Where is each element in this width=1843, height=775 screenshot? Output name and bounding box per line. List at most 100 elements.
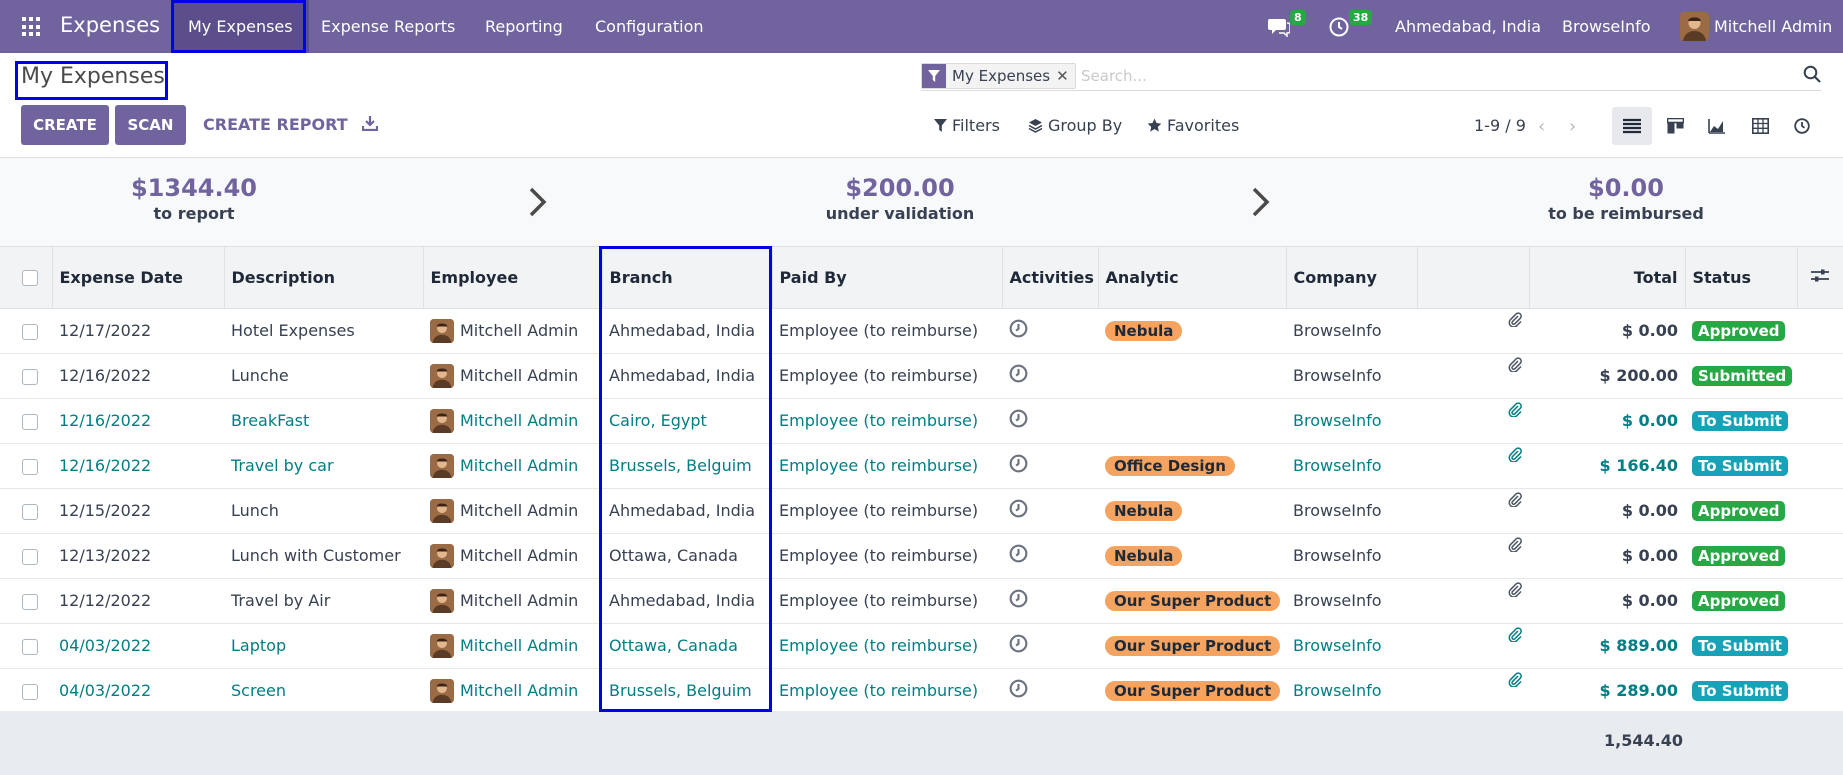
branch-switcher[interactable]: Ahmedabad, India xyxy=(1395,0,1541,53)
table-row[interactable]: 12/16/2022 BreakFast Mitchell Admin Cair… xyxy=(0,398,1843,444)
row-checkbox[interactable] xyxy=(22,638,38,655)
app-grid-icon[interactable] xyxy=(22,17,42,37)
pager-value[interactable]: 1-9 / 9 xyxy=(1474,116,1526,135)
paperclip-icon[interactable] xyxy=(1508,401,1522,421)
paperclip-icon[interactable] xyxy=(1508,626,1522,646)
col-description[interactable]: Description xyxy=(224,247,424,309)
cell-total: $ 0.00 xyxy=(1529,578,1685,624)
table-row[interactable]: 04/03/2022 Laptop Mitchell Admin Ottawa,… xyxy=(0,623,1843,669)
search-input[interactable] xyxy=(1081,63,1681,89)
col-branch[interactable]: Branch xyxy=(602,247,773,309)
activity-clock-icon[interactable] xyxy=(1009,679,1028,702)
activity-clock-icon[interactable] xyxy=(1009,409,1028,432)
cell-status: Approved xyxy=(1685,578,1797,624)
graph-view-icon[interactable] xyxy=(1697,107,1737,145)
select-all-checkbox[interactable] xyxy=(22,270,38,287)
to-report-block[interactable]: $1344.40 to report xyxy=(94,174,294,223)
paperclip-icon[interactable] xyxy=(1508,311,1522,331)
row-checkbox[interactable] xyxy=(22,458,38,475)
table-row[interactable]: 12/16/2022 Lunche Mitchell Admin Ahmedab… xyxy=(0,353,1843,399)
col-status[interactable]: Status xyxy=(1685,247,1798,309)
pivot-view-icon[interactable] xyxy=(1740,107,1780,145)
paperclip-icon[interactable] xyxy=(1508,491,1522,511)
activity-clock-icon[interactable] xyxy=(1009,319,1028,342)
pager-prev-icon[interactable]: ‹ xyxy=(1538,116,1545,137)
row-select-cell xyxy=(0,308,52,354)
menu-configuration[interactable]: Configuration xyxy=(579,0,720,53)
under-validation-block[interactable]: $200.00 under validation xyxy=(800,174,1000,223)
filters-label: Filters xyxy=(952,116,1000,135)
table-header: Expense Date Description Employee Branch… xyxy=(0,247,1843,309)
cell-paid-by: Employee (to reimburse) xyxy=(772,578,1002,624)
row-checkbox[interactable] xyxy=(22,368,38,385)
activity-clock-icon[interactable] xyxy=(1009,544,1028,567)
page-title[interactable]: My Expenses xyxy=(21,64,165,89)
table-row[interactable]: 12/13/2022 Lunch with Customer Mitchell … xyxy=(0,533,1843,579)
activity-clock-icon[interactable] xyxy=(1009,499,1028,522)
cell-analytic: Nebula xyxy=(1098,308,1286,354)
cell-company: BrowseInfo xyxy=(1286,398,1417,444)
paperclip-icon[interactable] xyxy=(1508,671,1522,691)
row-checkbox[interactable] xyxy=(22,413,38,430)
company-switcher[interactable]: BrowseInfo xyxy=(1562,0,1651,53)
row-checkbox[interactable] xyxy=(22,683,38,700)
table-row[interactable]: 12/15/2022 Lunch Mitchell Admin Ahmedaba… xyxy=(0,488,1843,534)
col-company[interactable]: Company xyxy=(1286,247,1418,309)
paperclip-icon[interactable] xyxy=(1508,446,1522,466)
user-avatar[interactable] xyxy=(1680,12,1709,41)
table-row[interactable]: 04/03/2022 Screen Mitchell Admin Brussel… xyxy=(0,668,1843,714)
menu-reporting[interactable]: Reporting xyxy=(469,0,579,53)
list-view-icon[interactable] xyxy=(1612,107,1652,145)
paperclip-icon[interactable] xyxy=(1508,356,1522,376)
expense-summary: $1344.40 to report $200.00 under validat… xyxy=(0,157,1843,247)
facet-remove-icon[interactable]: ✕ xyxy=(1056,67,1075,85)
employee-avatar xyxy=(430,633,454,658)
col-paid-by[interactable]: Paid By xyxy=(772,247,1003,309)
col-employee[interactable]: Employee xyxy=(423,247,603,309)
row-spacer xyxy=(1797,578,1843,624)
cell-status: Approved xyxy=(1685,488,1797,534)
search-icon[interactable] xyxy=(1803,65,1821,87)
col-analytic[interactable]: Analytic xyxy=(1098,247,1287,309)
activity-clock-icon[interactable] xyxy=(1009,454,1028,477)
group-by-button[interactable]: Group By xyxy=(1028,116,1122,135)
chat-icon[interactable] xyxy=(1268,17,1291,41)
row-checkbox[interactable] xyxy=(22,548,38,565)
paperclip-icon[interactable] xyxy=(1508,581,1522,601)
menu-expense-reports[interactable]: Expense Reports xyxy=(305,0,471,53)
col-activities[interactable]: Activities xyxy=(1002,247,1099,309)
to-be-reimbursed-block[interactable]: $0.00 to be reimbursed xyxy=(1526,174,1726,223)
app-name[interactable]: Expenses xyxy=(60,13,160,37)
row-checkbox[interactable] xyxy=(22,593,38,610)
optional-columns-icon[interactable] xyxy=(1797,247,1843,309)
filters-button[interactable]: Filters xyxy=(934,116,1000,135)
scan-button[interactable]: SCAN xyxy=(115,105,186,145)
cell-activities xyxy=(1002,353,1098,399)
create-button[interactable]: CREATE xyxy=(21,105,109,145)
user-menu[interactable]: Mitchell Admin xyxy=(1714,0,1832,53)
table-row[interactable]: 12/12/2022 Travel by Air Mitchell Admin … xyxy=(0,578,1843,624)
row-checkbox[interactable] xyxy=(22,323,38,340)
activity-clock-icon[interactable] xyxy=(1009,634,1028,657)
cell-date: 12/16/2022 xyxy=(52,398,224,444)
col-total[interactable]: Total xyxy=(1529,247,1686,309)
menu-my-expenses[interactable]: My Expenses xyxy=(172,0,309,53)
activity-view-icon[interactable] xyxy=(1782,107,1822,145)
cell-activities xyxy=(1002,533,1098,579)
row-checkbox[interactable] xyxy=(22,503,38,520)
cell-total: $ 0.00 xyxy=(1529,398,1685,444)
table-row[interactable]: 12/17/2022 Hotel Expenses Mitchell Admin… xyxy=(0,308,1843,354)
activity-clock-icon[interactable] xyxy=(1009,364,1028,387)
favorites-button[interactable]: Favorites xyxy=(1147,116,1239,135)
kanban-view-icon[interactable] xyxy=(1655,107,1695,145)
activity-clock-icon[interactable] xyxy=(1009,589,1028,612)
employee-name: Mitchell Admin xyxy=(460,456,579,475)
download-icon[interactable] xyxy=(361,115,379,135)
cell-date: 12/16/2022 xyxy=(52,353,224,399)
pager-next-icon[interactable]: › xyxy=(1569,116,1576,137)
table-row[interactable]: 12/16/2022 Travel by car Mitchell Admin … xyxy=(0,443,1843,489)
clock-icon[interactable] xyxy=(1329,17,1349,41)
col-expense-date[interactable]: Expense Date xyxy=(52,247,225,309)
paperclip-icon[interactable] xyxy=(1508,536,1522,556)
create-report-button[interactable]: CREATE REPORT xyxy=(203,115,348,134)
